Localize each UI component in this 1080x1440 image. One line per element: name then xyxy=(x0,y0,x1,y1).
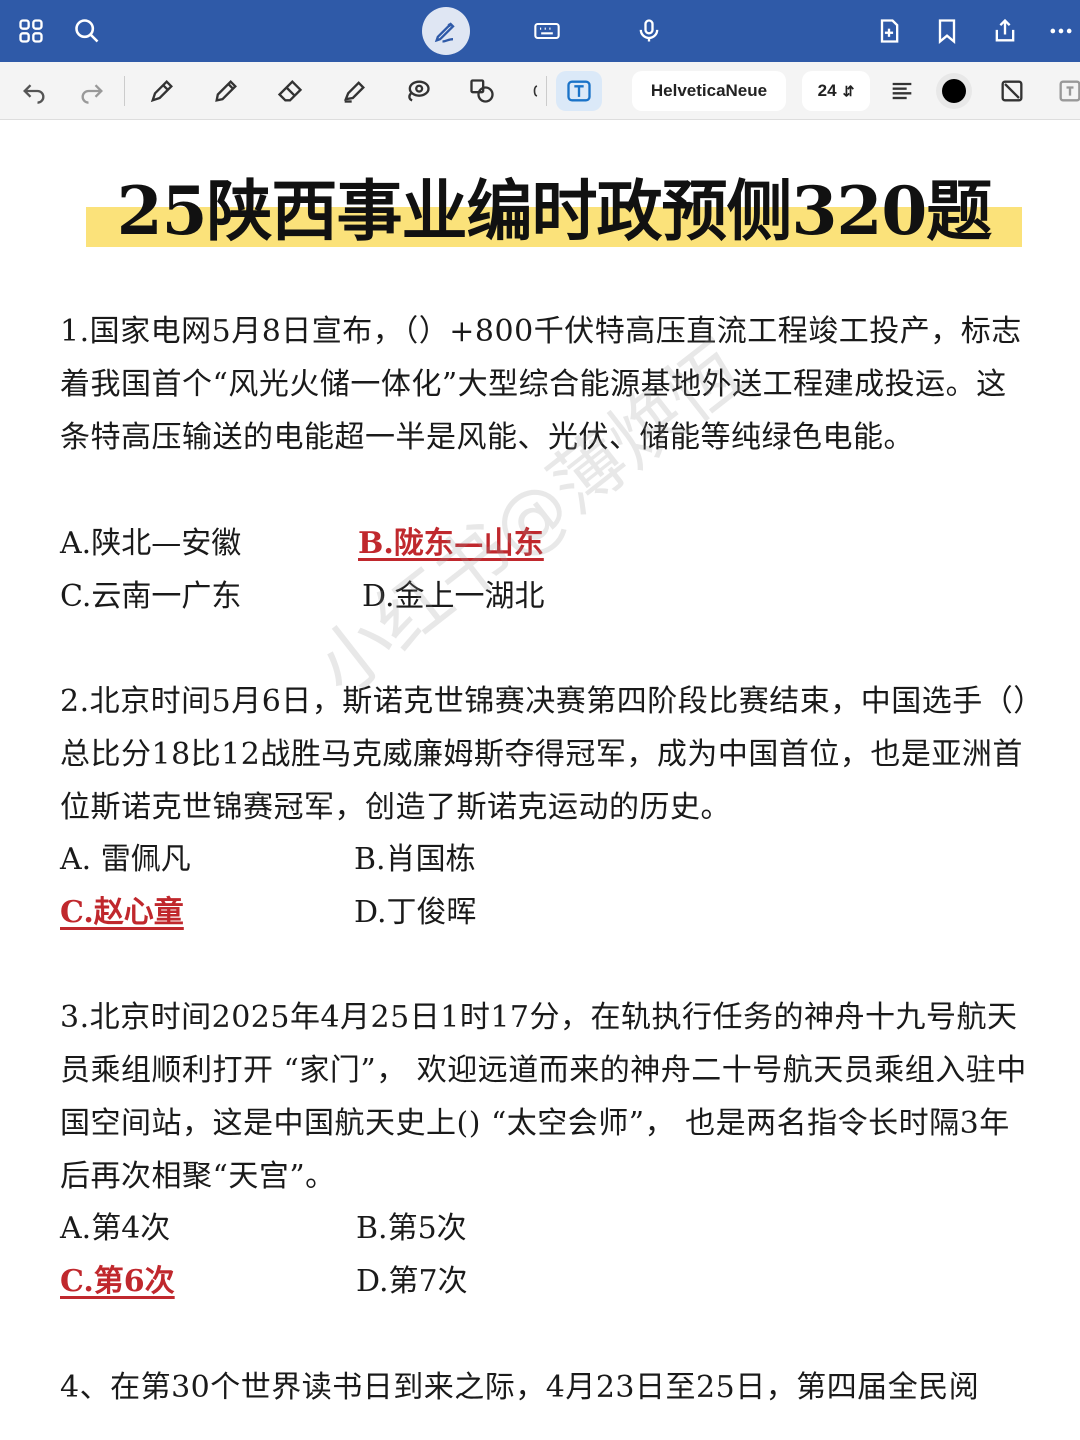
document-title-block: 25陕西事业编时政预侧320题 xyxy=(86,171,1022,251)
question-2-option-a: A. 雷佩凡 xyxy=(60,842,191,877)
font-name-selector[interactable]: HelveticaNeue xyxy=(632,71,786,111)
color-picker-button[interactable] xyxy=(936,73,972,109)
align-left-icon[interactable] xyxy=(882,71,922,111)
toolbar-divider xyxy=(546,76,547,106)
question-2-text: 2.北京时间5月6日，斯诺克世锦赛决赛第四阶段比赛结束，中国选手（）总比分18比… xyxy=(60,684,1029,825)
question-2-option-c-answer: C.赵心童 xyxy=(60,895,184,930)
undo-icon[interactable] xyxy=(14,71,54,111)
add-page-icon[interactable] xyxy=(868,10,910,52)
toolbar-divider xyxy=(124,76,125,106)
stepper-chevron-icon: ⇵ xyxy=(842,82,855,99)
question-3-option-d: D.第7次 xyxy=(356,1264,468,1299)
question-3-option-b: B.第5次 xyxy=(356,1211,467,1246)
question-2-option-b: B.肖国栋 xyxy=(354,842,476,877)
font-name-value: HelveticaNeue xyxy=(650,81,768,100)
app-top-bar xyxy=(0,0,1080,62)
question-1-option-a: A.陕北—安徽 xyxy=(60,526,242,561)
lasso-icon[interactable] xyxy=(398,71,438,111)
font-size-selector[interactable]: 24 ⇵ xyxy=(802,71,870,111)
text-tool-icon[interactable] xyxy=(556,71,602,111)
document-page[interactable]: 25陕西事业编时政预侧320题 1.国家电网5月8日宣布，（）+800千伏特高压… xyxy=(0,121,1080,1440)
bookmark-icon[interactable] xyxy=(926,10,968,52)
pen-edit-icon[interactable] xyxy=(422,7,470,55)
question-3-option-c-answer: C.第6次 xyxy=(60,1264,175,1299)
text-background-icon[interactable] xyxy=(992,71,1032,111)
selected-color-swatch xyxy=(942,79,966,103)
question-1-option-c: C.云南一广东 xyxy=(60,579,242,614)
microphone-icon[interactable] xyxy=(628,10,670,52)
grid-icon[interactable] xyxy=(10,10,52,52)
question-3-text: 3.北京时间2025年4月25日1时17分，在轨执行任务的神舟十九号航天员乘组顺… xyxy=(60,1000,1027,1194)
more-tools-icon[interactable] xyxy=(522,71,542,111)
question-4-text: 4、在第30个世界读书日到来之际，4月23日至25日，第四届全民阅 xyxy=(60,1370,980,1405)
fountain-pen-icon[interactable] xyxy=(142,71,182,111)
more-icon[interactable] xyxy=(1040,10,1080,52)
tools-toolbar: HelveticaNeue 24 ⇵ xyxy=(0,62,1080,120)
pencil-icon[interactable] xyxy=(206,71,246,111)
search-icon[interactable] xyxy=(66,10,108,52)
question-3-option-a: A.第4次 xyxy=(60,1211,171,1246)
font-size-value: 24 xyxy=(817,81,837,100)
question-2-option-d: D.丁俊晖 xyxy=(354,895,477,930)
share-icon[interactable] xyxy=(984,10,1026,52)
document-title: 25陕西事业编时政预侧320题 xyxy=(116,172,993,250)
shapes-icon[interactable] xyxy=(462,71,502,111)
redo-icon[interactable] xyxy=(72,71,112,111)
highlighter-icon[interactable] xyxy=(334,71,374,111)
keyboard-icon[interactable] xyxy=(526,10,568,52)
text-box-icon[interactable] xyxy=(1050,71,1080,111)
eraser-icon[interactable] xyxy=(270,71,310,111)
